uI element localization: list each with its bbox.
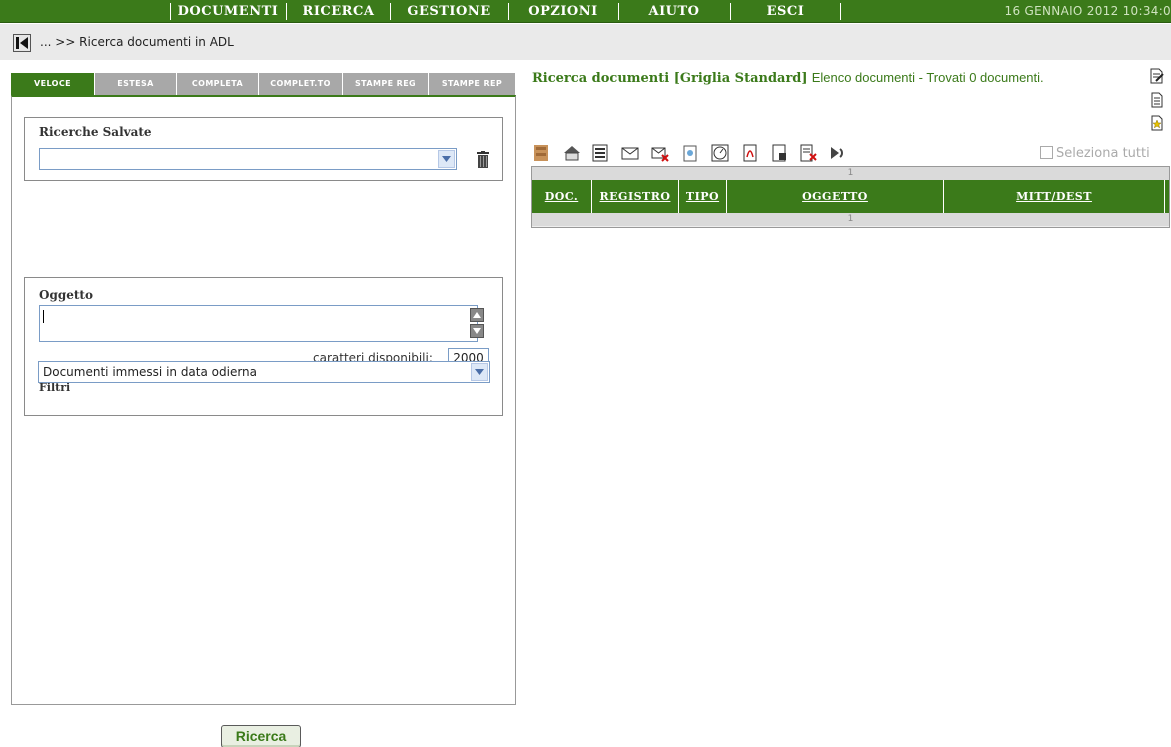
current-datetime: 16 GENNAIO 2012 10:34:0: [1004, 4, 1171, 18]
oggetto-textarea[interactable]: [39, 305, 478, 342]
stamp-icon[interactable]: [532, 143, 552, 163]
home-icon[interactable]: [562, 143, 582, 163]
menu-separator: [170, 3, 171, 20]
oggetto-label: Oggetto: [39, 288, 93, 302]
scroll-up-button[interactable]: [470, 308, 484, 322]
search-form-panel: Ricerche Salvate Oggetto caratteri dispo…: [11, 95, 516, 705]
results-summary: Elenco documenti - Trovati 0 documenti.: [811, 70, 1044, 85]
back-arrow-icon: [14, 35, 30, 51]
menu-separator: [618, 3, 619, 20]
filtri-select[interactable]: Documenti immessi in data odierna: [38, 361, 490, 383]
trash-icon[interactable]: [477, 151, 489, 171]
breadcrumb: ... >> Ricerca documenti in ADL: [40, 35, 234, 49]
pdf-icon[interactable]: [740, 143, 760, 163]
export-icon[interactable]: [769, 143, 789, 163]
filtri-value: Documenti immessi in data odierna: [43, 365, 258, 379]
column-tipo[interactable]: TIPO: [679, 180, 727, 213]
results-grid: 1 DOC. REGISTRO TIPO OGGETTO MITT/DEST 1: [531, 166, 1170, 228]
arrow-down-icon: [471, 328, 483, 334]
tab-stampe-rep[interactable]: STAMPE REP: [429, 73, 516, 95]
breadcrumb-bar: ... >> Ricerca documenti in ADL: [0, 24, 1171, 60]
grid-header: DOC. REGISTRO TIPO OGGETTO MITT/DEST: [532, 180, 1169, 213]
document-icon[interactable]: [680, 143, 700, 163]
results-title: Ricerca documenti [Griglia Standard]: [532, 71, 808, 86]
arrow-up-icon: [471, 312, 483, 318]
text-caret: [43, 310, 44, 323]
tab-completa[interactable]: COMPLETA: [177, 73, 259, 95]
tab-veloce[interactable]: VELOCE: [11, 73, 95, 95]
tab-completo[interactable]: COMPLET.TO: [259, 73, 343, 95]
pager-bottom[interactable]: 1: [532, 213, 1169, 226]
menu-separator: [840, 3, 841, 20]
menu-separator: [508, 3, 509, 20]
menu-separator: [390, 3, 391, 20]
top-menu-bar: DOCUMENTI RICERCA GESTIONE OPZIONI AIUTO…: [0, 0, 1171, 23]
list-icon[interactable]: [590, 143, 610, 163]
column-mitt-dest[interactable]: MITT/DEST: [944, 180, 1165, 213]
delete-icon[interactable]: [798, 143, 818, 163]
menu-separator: [286, 3, 287, 20]
tab-estesa[interactable]: ESTESA: [95, 73, 177, 95]
ricerca-button[interactable]: Ricerca: [221, 725, 301, 747]
scroll-down-button[interactable]: [470, 324, 484, 338]
column-registro[interactable]: REGISTRO: [592, 180, 679, 213]
chevron-down-icon: [471, 363, 488, 381]
menu-gestione[interactable]: GESTIONE: [393, 0, 505, 23]
menu-ricerca[interactable]: RICERCA: [289, 0, 388, 23]
filters-box: Oggetto caratteri disponibili: 2000 Filt…: [24, 277, 503, 416]
menu-esci[interactable]: ESCI: [733, 0, 838, 23]
saved-searches-select[interactable]: [39, 148, 457, 170]
menu-documenti[interactable]: DOCUMENTI: [172, 0, 284, 23]
back-button[interactable]: [13, 34, 31, 52]
saved-searches-label: Ricerche Salvate: [39, 125, 152, 139]
menu-opzioni[interactable]: OPZIONI: [511, 0, 615, 23]
select-all-label: Seleziona tutti: [1056, 146, 1150, 161]
results-toolbar: [532, 143, 932, 167]
search-tabs: VELOCE ESTESA COMPLETA COMPLET.TO STAMPE…: [11, 73, 516, 95]
select-all-checkbox[interactable]: Seleziona tutti: [1040, 146, 1150, 161]
results-heading: Ricerca documenti [Griglia Standard] Ele…: [532, 70, 1044, 86]
column-doc[interactable]: DOC.: [532, 180, 592, 213]
menu-separator: [730, 3, 731, 20]
forward-icon[interactable]: [828, 143, 848, 163]
edit-doc-icon[interactable]: [1150, 68, 1164, 84]
pager-top[interactable]: 1: [532, 167, 1169, 180]
mail-delete-icon[interactable]: [650, 143, 670, 163]
saved-searches-box: Ricerche Salvate: [24, 117, 503, 181]
column-oggetto[interactable]: OGGETTO: [727, 180, 944, 213]
checkbox-box: [1040, 146, 1053, 159]
chevron-down-icon: [438, 150, 455, 168]
doc-icon[interactable]: [1150, 92, 1164, 108]
envelope-icon[interactable]: [620, 143, 640, 163]
star-doc-icon[interactable]: [1150, 115, 1164, 131]
menu-aiuto[interactable]: AIUTO: [621, 0, 727, 23]
tab-stampe-reg[interactable]: STAMPE REG: [343, 73, 429, 95]
clock-icon[interactable]: [710, 143, 730, 163]
